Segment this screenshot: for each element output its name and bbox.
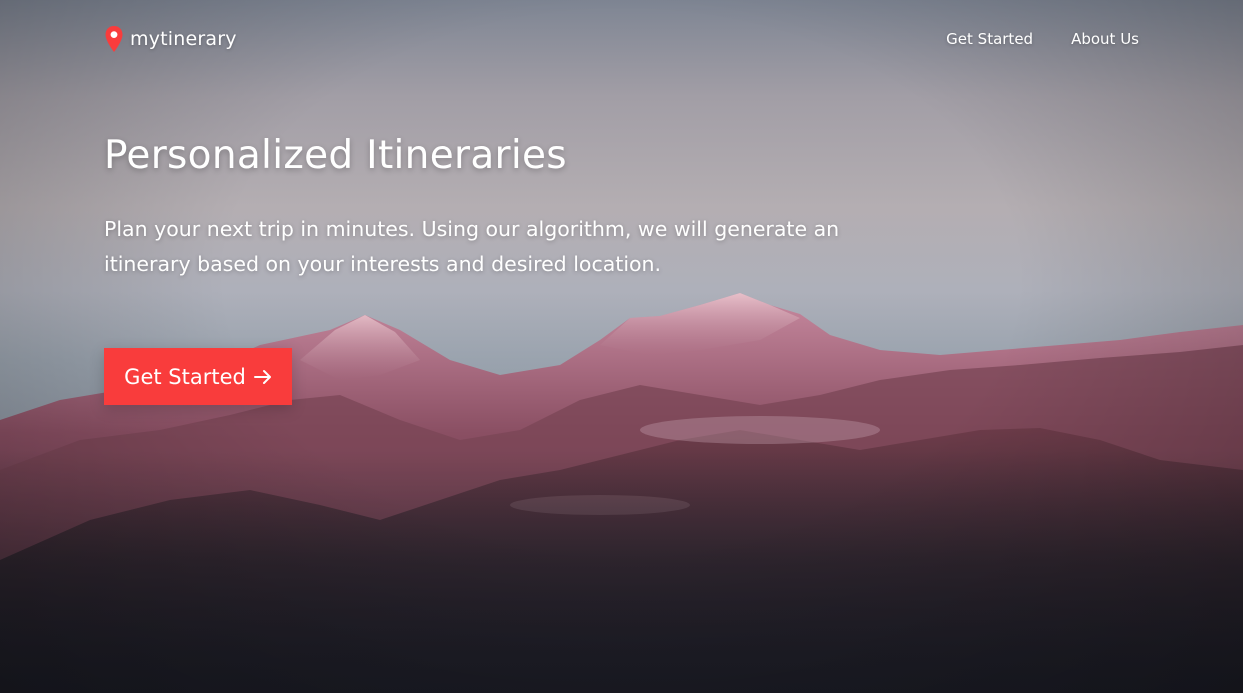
hero-content: Personalized Itineraries Plan your next … (104, 128, 904, 282)
brand-name: mytinerary (130, 28, 237, 50)
map-pin-icon (105, 26, 123, 52)
nav-link-get-started[interactable]: Get Started (946, 30, 1033, 48)
hero-section: mytinerary Get Started About Us Personal… (0, 0, 1243, 693)
nav-link-about-us[interactable]: About Us (1071, 30, 1139, 48)
hero-subheadline: Plan your next trip in minutes. Using ou… (104, 217, 840, 276)
get-started-button[interactable]: Get Started (104, 348, 292, 405)
hero-headline: Personalized Itineraries (104, 133, 567, 178)
nav-links: Get Started About Us (946, 30, 1139, 48)
top-navigation: mytinerary Get Started About Us (104, 22, 1139, 56)
brand-logo-link[interactable]: mytinerary (104, 25, 237, 53)
get-started-button-label: Get Started (124, 364, 246, 389)
mountain-background-image (0, 293, 1243, 693)
arrow-right-icon (253, 369, 271, 384)
